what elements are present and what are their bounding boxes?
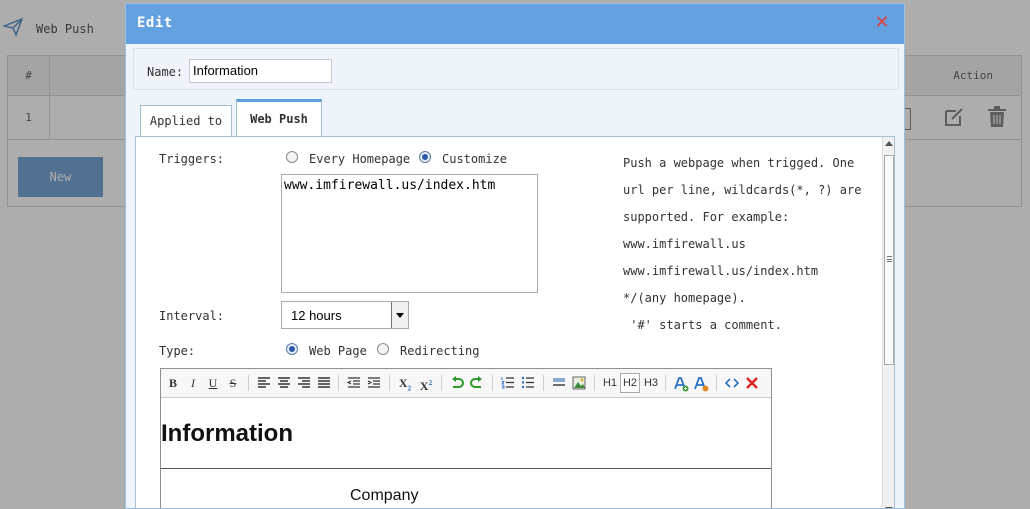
name-panel: Name: Information [133, 48, 899, 90]
remove-format-icon[interactable] [742, 373, 762, 393]
subscript-label: X [398, 376, 408, 390]
subscript-button[interactable]: X2 [395, 373, 415, 393]
help-line: www.imfirewall.us [623, 237, 746, 251]
customize-label: Customize [442, 152, 508, 166]
superscript-mark: 2 [428, 379, 433, 387]
help-line: '#' starts a comment. [623, 318, 782, 332]
interval-value: 12 hours [291, 308, 342, 323]
source-code-icon[interactable] [722, 373, 742, 393]
tab-applied-to[interactable]: Applied to [140, 105, 232, 136]
undo-icon[interactable] [447, 373, 467, 393]
web-push-panel: Triggers: Every Homepage Customize www.i… [135, 136, 895, 508]
radio-every-homepage[interactable] [286, 151, 298, 163]
toolbar-divider [492, 375, 493, 391]
toolbar-divider [338, 375, 339, 391]
toolbar-divider [665, 375, 666, 391]
every-homepage-label: Every Homepage [309, 152, 411, 166]
edit-dialog: Edit ✕ Name: Information Applied to Web … [125, 3, 905, 509]
interval-select[interactable]: 12 hours [281, 301, 409, 329]
help-line: www.imfirewall.us/index.htm [623, 264, 819, 278]
web-page-label: Web Page [309, 344, 367, 358]
align-left-icon[interactable] [254, 373, 274, 393]
trigger-help-text: Push a webpage when trigged. One url per… [623, 150, 873, 339]
toolbar-divider [594, 375, 595, 391]
heading-3-button[interactable]: H3 [641, 373, 661, 393]
superscript-button[interactable]: X2 [416, 373, 436, 393]
content-divider [161, 468, 771, 469]
content-heading: Information [161, 420, 293, 447]
align-right-icon[interactable] [294, 373, 314, 393]
editor-content[interactable]: Information Company [161, 398, 771, 508]
help-line: supported. For example: [623, 210, 790, 224]
subscript-mark: 2 [407, 384, 412, 393]
name-input[interactable]: Information [189, 59, 332, 83]
redo-icon[interactable] [467, 373, 487, 393]
underline-button[interactable]: U [203, 373, 223, 393]
close-icon[interactable]: ✕ [874, 13, 890, 33]
scroll-up-icon[interactable] [885, 141, 893, 146]
panel-scrollbar[interactable] [882, 137, 894, 508]
outdent-icon[interactable] [344, 373, 364, 393]
unordered-list-icon[interactable] [518, 373, 538, 393]
align-justify-icon[interactable] [314, 373, 334, 393]
toolbar-divider [716, 375, 717, 391]
indent-icon[interactable] [364, 373, 384, 393]
scrollbar-thumb[interactable] [884, 155, 894, 365]
type-label: Type: [159, 344, 196, 358]
help-line: url per line, wildcards(*, ?) are [623, 183, 862, 197]
help-line: Push a webpage when trigged. One [623, 156, 855, 170]
align-center-icon[interactable] [274, 373, 294, 393]
radio-customize[interactable] [419, 151, 431, 163]
chevron-down-icon[interactable] [391, 302, 408, 328]
bold-button[interactable]: B [163, 373, 183, 393]
toolbar-divider [543, 375, 544, 391]
dialog-title-bar: Edit ✕ [126, 4, 904, 44]
rich-text-editor: B I U S X2 X2 H1 H2 H3 Information Compa… [160, 368, 772, 508]
grip-icon [887, 256, 892, 262]
name-label: Name: [147, 65, 184, 79]
radio-web-page[interactable] [286, 343, 298, 355]
interval-label: Interval: [159, 309, 225, 323]
tab-web-push[interactable]: Web Push [236, 99, 322, 137]
image-icon[interactable] [569, 373, 589, 393]
horizontal-rule-icon[interactable] [549, 373, 569, 393]
ordered-list-icon[interactable] [498, 373, 518, 393]
content-company-text: Company [350, 487, 419, 504]
radio-redirecting[interactable] [377, 343, 389, 355]
italic-button[interactable]: I [183, 373, 203, 393]
heading-1-button[interactable]: H1 [600, 373, 620, 393]
superscript-label: X [419, 379, 429, 393]
redirecting-label: Redirecting [400, 344, 480, 358]
text-color-icon[interactable] [671, 373, 691, 393]
strikethrough-button[interactable]: S [223, 373, 243, 393]
triggers-label: Triggers: [159, 152, 225, 166]
toolbar-divider [389, 375, 390, 391]
background-color-icon[interactable] [691, 373, 711, 393]
help-line: */(any homepage). [623, 291, 746, 305]
toolbar-divider [441, 375, 442, 391]
heading-2-button[interactable]: H2 [620, 373, 640, 393]
editor-toolbar: B I U S X2 X2 H1 H2 H3 [161, 369, 771, 398]
dialog-title: Edit [137, 15, 173, 31]
toolbar-divider [248, 375, 249, 391]
trigger-urls-textarea[interactable]: www.imfirewall.us/index.htm [281, 174, 538, 293]
